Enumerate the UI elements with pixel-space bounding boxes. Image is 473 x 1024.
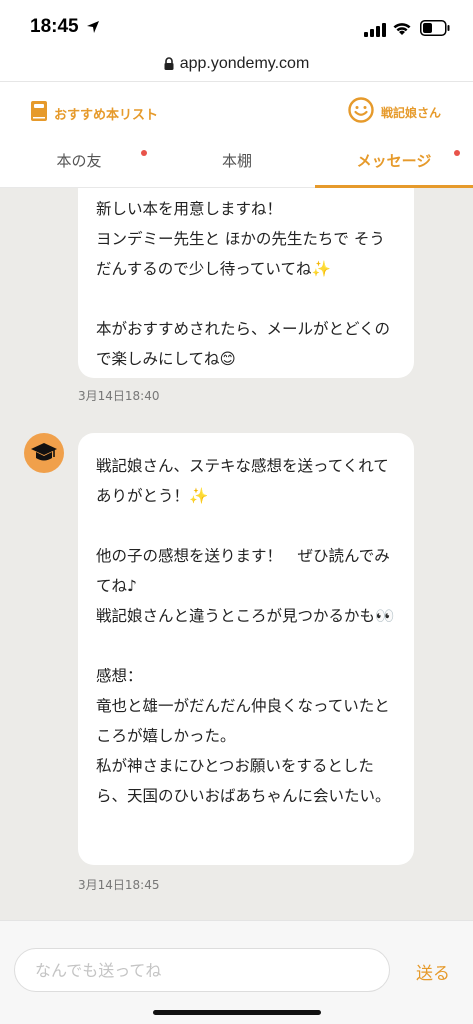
- message-text: 戦記娘さん、ステキな感想を送ってくれてありがとう！✨ 他の子の感想を送ります！ …: [96, 457, 395, 805]
- message-input[interactable]: [14, 948, 390, 992]
- message-list[interactable]: 新しい本を用意しますね！ ヨンデミー先生と ほかの先生たちで そうだんするので少…: [0, 188, 473, 920]
- tab-book-friends[interactable]: 本の友: [0, 142, 158, 188]
- location-arrow-icon: [86, 19, 100, 38]
- home-indicator: [153, 1010, 321, 1015]
- tab-bookshelf-label: 本棚: [221, 152, 252, 170]
- tab-bar: 本の友 本棚 メッセージ: [0, 142, 473, 188]
- lock-icon: [164, 55, 174, 74]
- message-timestamp: 3月14日18:45: [78, 878, 160, 892]
- cellular-signal-icon: [364, 22, 386, 41]
- status-bar: 18:45: [0, 0, 473, 52]
- message-text: 新しい本を用意しますね！ ヨンデミー先生と ほかの先生たちで そうだんするので少…: [96, 200, 391, 368]
- battery-icon: [420, 20, 450, 40]
- status-time: 18:45: [30, 16, 79, 37]
- notification-dot: [454, 150, 460, 156]
- message-composer: 送る: [0, 920, 473, 1024]
- message-bubble: 戦記娘さん、ステキな感想を送ってくれてありがとう！✨ 他の子の感想を送ります！ …: [78, 433, 414, 865]
- send-button[interactable]: 送る: [416, 959, 450, 984]
- url-text: app.yondemy.com: [179, 55, 310, 72]
- user-profile-link[interactable]: 戦記娘さん: [348, 97, 441, 127]
- recommend-list-label: おすすめ本リスト: [54, 107, 159, 123]
- message-bubble: 新しい本を用意しますね！ ヨンデミー先生と ほかの先生たちで そうだんするので少…: [78, 188, 414, 378]
- wifi-icon: [392, 20, 412, 40]
- notification-dot: [141, 150, 147, 156]
- tab-bookshelf[interactable]: 本棚: [158, 142, 316, 188]
- book-icon: [30, 100, 48, 126]
- smiley-face-icon: [348, 97, 374, 127]
- recommend-list-link[interactable]: おすすめ本リスト: [30, 100, 158, 126]
- message-timestamp: 3月14日18:40: [78, 389, 160, 403]
- tab-messages[interactable]: メッセージ: [315, 142, 473, 188]
- tab-book-friends-label: 本の友: [56, 152, 102, 170]
- tab-messages-label: メッセージ: [356, 152, 432, 170]
- user-name-label: 戦記娘さん: [380, 105, 441, 120]
- app-header: おすすめ本リスト 戦記娘さん: [0, 82, 473, 142]
- teacher-avatar: [24, 433, 64, 473]
- url-bar[interactable]: app.yondemy.com: [0, 50, 473, 82]
